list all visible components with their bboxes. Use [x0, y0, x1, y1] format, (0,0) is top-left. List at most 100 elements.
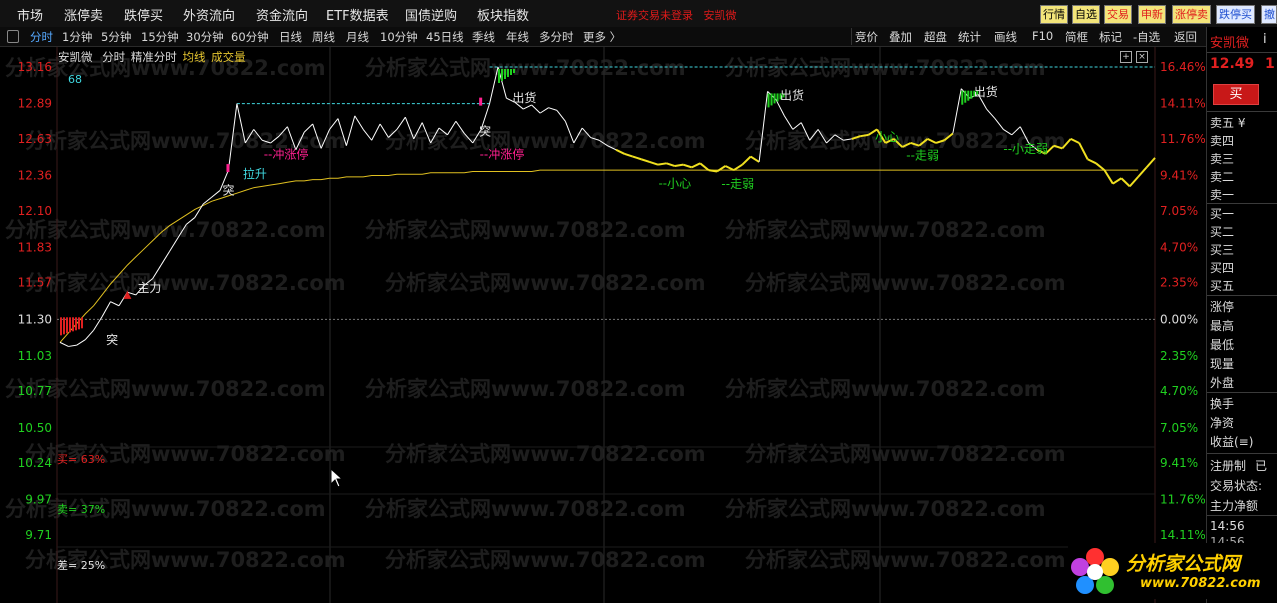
menu-limit-up-sell[interactable]: 涨停卖	[64, 5, 103, 24]
tab-daily[interactable]: 日线	[279, 29, 302, 45]
watchlist-button[interactable]: 自选	[1072, 5, 1100, 24]
sell-spike-bar	[767, 93, 770, 108]
tab-monthly[interactable]: 月线	[346, 29, 369, 45]
price-line-segment	[750, 155, 760, 163]
menu-market[interactable]: 市场	[17, 5, 43, 24]
chart-header: 安凯微 分时 精准分时 均线 成交量	[58, 49, 246, 65]
menu-foreign-flow[interactable]: 外资流向	[183, 5, 235, 24]
expand-icon[interactable]: +	[1120, 51, 1132, 63]
price-line-segment	[396, 116, 406, 130]
tool-watchlist[interactable]: -自选	[1133, 29, 1160, 45]
menu-bond-repo[interactable]: 国债逆购	[405, 5, 457, 24]
tool-back[interactable]: 返回	[1174, 29, 1197, 45]
tab-30min[interactable]: 30分钟	[186, 29, 224, 45]
side-current-price: 12.49	[1210, 56, 1255, 72]
sell-spike-bar	[504, 69, 506, 79]
price-line-segment	[724, 165, 735, 171]
trade-button[interactable]: 交易	[1104, 5, 1132, 24]
price-tick-label: 12.36	[18, 169, 52, 183]
main-force-bar	[72, 317, 74, 332]
tab-45day[interactable]: 45日线	[426, 29, 464, 45]
tool-draw[interactable]: 画线	[994, 29, 1017, 45]
side-stock-name: 安凯微	[1210, 36, 1250, 51]
cancel-order-button[interactable]: 撤	[1261, 5, 1277, 24]
breakout-marker	[479, 97, 483, 106]
menu-limit-down-buy[interactable]: 跌停买	[124, 5, 163, 24]
price-line-segment	[666, 162, 676, 167]
tab-yearly[interactable]: 年线	[506, 29, 529, 45]
price-tick-label: 11.03	[18, 349, 52, 363]
chart-canvas[interactable]: 分析家公式网www.70822.com 分析家公式网www.70822.com 分析…	[0, 47, 1205, 603]
tab-10min[interactable]: 10分钟	[380, 29, 418, 45]
tool-auction[interactable]: 竞价	[855, 29, 878, 45]
signal-label-tu2: 突	[222, 182, 234, 197]
buy-ratio-label: 买= 63%	[57, 453, 106, 466]
signal-label-zouruo3: --小走弱	[1003, 142, 1048, 156]
watermark-layer: 分析家公式网www.70822.com 分析家公式网www.70822.com 分析…	[5, 56, 1066, 572]
tool-overlay[interactable]: 叠加	[889, 29, 912, 45]
watermark-text: 分析家公式网www.70822.com	[745, 442, 1066, 466]
price-tick-label: 13.16	[18, 60, 52, 74]
limit-up-sell-button[interactable]: 涨停卖	[1172, 5, 1211, 24]
quote-button[interactable]: 行情	[1040, 5, 1068, 24]
tab-intraday[interactable]: 分时	[30, 29, 53, 45]
tool-stats[interactable]: 统计	[958, 29, 981, 45]
main-net-row: 主力净额	[1210, 499, 1259, 513]
menu-capital-flow[interactable]: 资金流向	[256, 5, 308, 24]
tool-f10[interactable]: F10	[1032, 29, 1053, 43]
menu-etf-table[interactable]: ETF数据表	[326, 5, 389, 24]
watermark-text: 分析家公式网www.70822.com	[385, 548, 706, 572]
signal-label-chuhuo1: 出货	[512, 90, 536, 105]
ipo-button[interactable]: 申新	[1138, 5, 1166, 24]
sell-spike-bar	[970, 90, 973, 99]
tool-simple-frame[interactable]: 简框	[1065, 29, 1088, 45]
price-tick-label: 11.30	[18, 312, 52, 326]
legend-volume: 成交量	[211, 50, 246, 64]
main-force-bar	[60, 317, 62, 336]
limit-down-buy-button[interactable]: 跌停买	[1216, 5, 1255, 24]
menu-sector-index[interactable]: 板块指数	[477, 5, 529, 24]
close-icon[interactable]: ×	[1136, 51, 1148, 63]
price-tick-label: 12.63	[18, 132, 52, 146]
tool-mark[interactable]: 标记	[1099, 29, 1122, 45]
tab-more[interactable]: 更多 〉	[583, 29, 621, 45]
price-line-segment	[345, 115, 356, 146]
watermark-text: 分析家公式网www.70822.com	[5, 377, 326, 401]
chart-mode-intraday[interactable]: 分时	[102, 50, 125, 64]
panel-toggle-icon[interactable]	[7, 30, 19, 43]
sell-spike-bar	[967, 90, 970, 101]
price-line-segment	[624, 152, 634, 158]
price-line-layer	[59, 66, 1156, 347]
price-tick-label: 10.77	[18, 384, 52, 398]
tool-super-board[interactable]: 超盘	[924, 29, 947, 45]
price-line-segment	[708, 169, 718, 173]
sell-spike-bar	[501, 69, 503, 81]
price-tick-label: 9.97	[25, 493, 52, 507]
signal-label-zouruo1: --走弱	[721, 177, 754, 191]
tab-weekly[interactable]: 周线	[312, 29, 335, 45]
diff-ratio-label: 差= 25%	[57, 559, 106, 572]
logo-url: www.70822.com	[1140, 576, 1261, 591]
flower-logo-icon	[1071, 548, 1119, 594]
chart-mode-precise[interactable]: 精准分时	[131, 50, 177, 64]
pct-tick-label: 11.76%	[1160, 493, 1205, 507]
side-buy-button[interactable]: 买	[1213, 84, 1259, 105]
tab-5min[interactable]: 5分钟	[101, 29, 131, 45]
tab-60min[interactable]: 60分钟	[231, 29, 269, 45]
tab-15min[interactable]: 15分钟	[141, 29, 179, 45]
pct-tick-label: 0.00%	[1160, 312, 1198, 326]
ask5-row: 卖五 ¥	[1210, 116, 1246, 130]
price-tick-label: 12.89	[18, 97, 52, 111]
price-line-segment	[93, 316, 103, 331]
tab-quarterly[interactable]: 季线	[472, 29, 495, 45]
tick-time-1: 14:56	[1210, 519, 1245, 533]
price-line-segment	[1070, 137, 1080, 144]
tab-1min[interactable]: 1分钟	[62, 29, 92, 45]
watermark-text: 分析家公式网www.70822.com	[5, 218, 326, 242]
pct-tick-label: 4.70%	[1160, 240, 1198, 254]
bid5-row: 买五	[1210, 279, 1235, 293]
intraday-chart[interactable]: 分析家公式网www.70822.com 分析家公式网www.70822.com 分析…	[0, 47, 1205, 603]
main-force-bar	[63, 317, 65, 335]
price-line-segment	[1128, 176, 1139, 188]
tab-multi-intraday[interactable]: 多分时	[539, 29, 574, 45]
